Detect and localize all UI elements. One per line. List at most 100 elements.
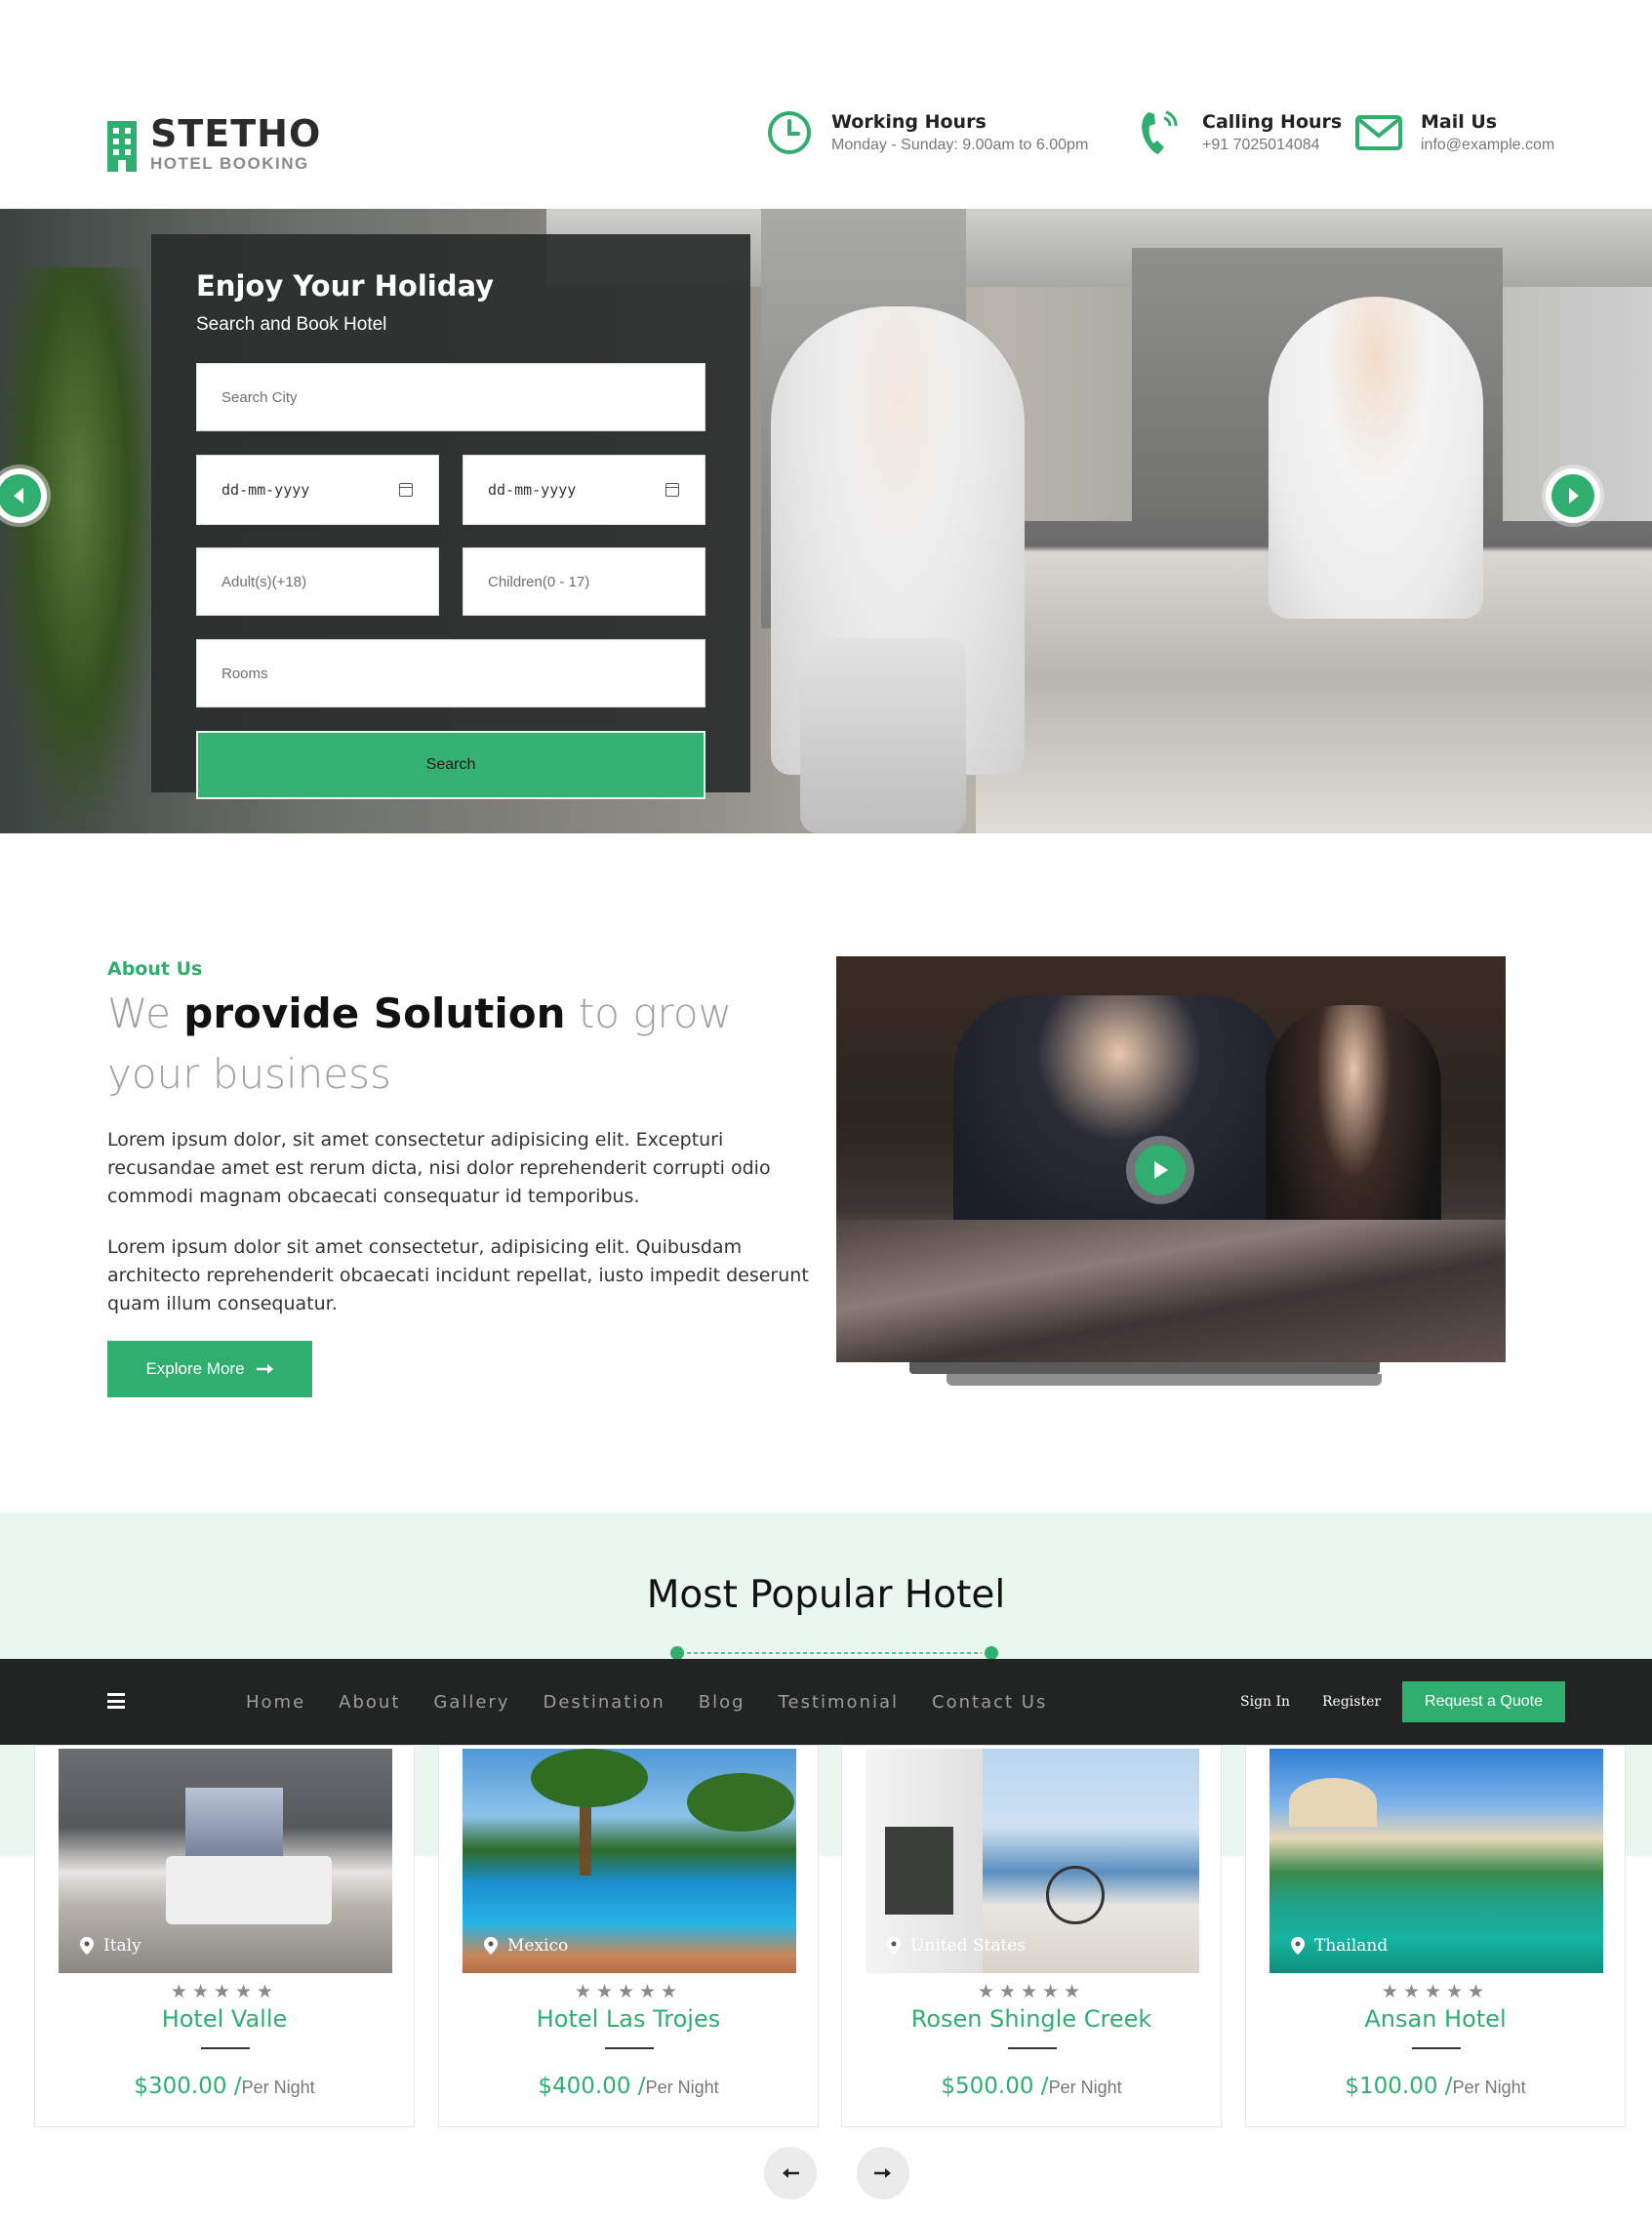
calendar-icon[interactable]	[399, 483, 413, 497]
hotel-name[interactable]: Hotel Las Trojes	[439, 2005, 818, 2033]
nav-contact-us[interactable]: Contact Us	[932, 1692, 1047, 1713]
about-heading-bold: provide Solution	[183, 989, 566, 1037]
explore-more-button[interactable]: Explore More	[107, 1341, 312, 1397]
price-amount: $100.00	[1345, 2074, 1438, 2099]
checkout-date-input[interactable]: dd-mm-yyyy	[463, 455, 705, 525]
chevron-left-icon	[14, 488, 23, 504]
rooms-input[interactable]: Rooms	[196, 639, 705, 707]
hotel-card[interactable]: Italy ★★★★★ Hotel Valle $300.00 /Per Nig…	[34, 1745, 415, 2127]
brand-logo[interactable]: STETHO HOTEL BOOKING	[107, 115, 321, 174]
brand-tagline: HOTEL BOOKING	[150, 154, 309, 173]
explore-more-label: Explore More	[145, 1359, 245, 1378]
nav-links: Home About Gallery Destination Blog Test…	[246, 1659, 1080, 1745]
clock-icon	[765, 107, 814, 158]
about-video[interactable]	[836, 956, 1506, 1362]
map-pin-icon	[1291, 1937, 1305, 1955]
checkin-date-input[interactable]: dd-mm-yyyy	[196, 455, 439, 525]
hotel-card[interactable]: Mexico ★★★★★ Hotel Las Trojes $400.00 /P…	[438, 1745, 819, 2127]
popular-title: Most Popular Hotel	[646, 1573, 1006, 1617]
hotel-image[interactable]: Mexico	[463, 1749, 796, 1973]
search-button[interactable]: Search	[196, 731, 705, 799]
hotel-location: Mexico	[484, 1936, 568, 1956]
working-hours: Working Hours Monday - Sunday: 9.00am to…	[765, 107, 1088, 158]
price-unit: Per Night	[645, 2078, 719, 2097]
carousel-prev-button[interactable]	[764, 2147, 817, 2200]
price-unit: Per Night	[1048, 2078, 1122, 2097]
hotel-name[interactable]: Rosen Shingle Creek	[842, 2005, 1221, 2033]
top-header: STETHO HOTEL BOOKING Working Hours Monda…	[0, 0, 1652, 209]
calling-hours: Calling Hours +91 7025014084	[1136, 107, 1342, 158]
hotel-image[interactable]: Italy	[59, 1749, 392, 1973]
hotel-location-label: Italy	[103, 1936, 141, 1956]
sign-in-link[interactable]: Sign In	[1240, 1659, 1290, 1745]
working-hours-title: Working Hours	[831, 111, 987, 133]
map-pin-icon	[887, 1937, 901, 1955]
booking-form: Enjoy Your Holiday Search and Book Hotel…	[151, 234, 750, 799]
video-photo-counter	[836, 1220, 1506, 1362]
request-quote-button[interactable]: Request a Quote	[1402, 1681, 1565, 1722]
hotel-card[interactable]: Thailand ★★★★★ Ansan Hotel $100.00 /Per …	[1245, 1745, 1626, 2127]
divider	[201, 2047, 250, 2049]
about-paragraph-2: Lorem ipsum dolor sit amet consectetur, …	[107, 1236, 809, 1314]
about-paragraph-1: Lorem ipsum dolor, sit amet consectetur …	[107, 1129, 771, 1207]
rating-stars: ★★★★★	[977, 1982, 1086, 2002]
hero-slider: Enjoy Your Holiday Search and Book Hotel…	[0, 209, 1652, 833]
calling-hours-value[interactable]: +91 7025014084	[1202, 137, 1342, 154]
brand-name: STETHO	[150, 112, 322, 155]
nav-gallery[interactable]: Gallery	[433, 1692, 509, 1713]
hotel-name[interactable]: Ansan Hotel	[1246, 2005, 1625, 2033]
hotel-image[interactable]: Thailand	[1269, 1749, 1603, 1973]
nav-about[interactable]: About	[339, 1692, 400, 1713]
about-heading: We provide Solution to grow your busines…	[107, 984, 810, 1105]
hotel-price: $500.00 /Per Night	[941, 2074, 1122, 2099]
about-heading-pre: We	[107, 989, 184, 1037]
carousel-next-button[interactable]	[857, 2147, 909, 2200]
hotel-location-label: Thailand	[1314, 1936, 1389, 1956]
checkout-date-value: dd-mm-yyyy	[488, 481, 577, 499]
mail-us-title: Mail Us	[1421, 111, 1498, 133]
divider	[605, 2047, 654, 2049]
price-amount: $400.00	[538, 2074, 631, 2099]
working-hours-value: Monday - Sunday: 9.00am to 6.00pm	[831, 137, 1089, 153]
calling-hours-title: Calling Hours	[1202, 111, 1343, 133]
calendar-icon[interactable]	[665, 483, 679, 497]
arrow-right-icon	[256, 1364, 273, 1374]
price-unit: Per Night	[1452, 2078, 1526, 2097]
slider-next-button[interactable]	[1546, 468, 1600, 523]
video-shadow	[909, 1362, 1380, 1374]
rating-stars: ★★★★★	[170, 1982, 279, 2002]
nav-blog[interactable]: Blog	[699, 1692, 745, 1713]
main-navbar: Home About Gallery Destination Blog Test…	[0, 1659, 1652, 1745]
hotel-location: Italy	[80, 1936, 141, 1956]
hotel-price: $100.00 /Per Night	[1345, 2074, 1526, 2099]
hotel-location-label: United States	[910, 1936, 1027, 1956]
price-amount: $300.00	[134, 2074, 227, 2099]
menu-icon[interactable]	[107, 1693, 125, 1709]
children-input[interactable]: Children(0 - 17)	[463, 547, 705, 616]
adults-input[interactable]: Adult(s)(+18)	[196, 547, 439, 616]
hotel-location: Thailand	[1291, 1936, 1388, 1956]
nav-home[interactable]: Home	[246, 1692, 305, 1713]
building-icon	[107, 117, 137, 172]
register-link[interactable]: Register	[1322, 1659, 1381, 1745]
booking-title: Enjoy Your Holiday	[196, 269, 495, 303]
hotel-location-label: Mexico	[507, 1936, 569, 1956]
hotel-location: United States	[887, 1936, 1026, 1956]
hotel-name[interactable]: Hotel Valle	[35, 2005, 414, 2033]
hotel-card[interactable]: United States ★★★★★ Rosen Shingle Creek …	[841, 1745, 1222, 2127]
search-city-input[interactable]: Search City	[196, 363, 705, 431]
video-shadow	[947, 1374, 1382, 1386]
play-button[interactable]	[1126, 1136, 1194, 1204]
chevron-right-icon	[1569, 488, 1579, 504]
mail-us-value[interactable]: info@example.com	[1421, 137, 1554, 154]
price-unit: Per Night	[241, 2078, 315, 2097]
nav-testimonial[interactable]: Testimonial	[779, 1692, 899, 1713]
booking-subtitle: Search and Book Hotel	[196, 314, 387, 335]
hotel-price: $400.00 /Per Night	[538, 2074, 719, 2099]
nav-destination[interactable]: Destination	[543, 1692, 665, 1713]
hotel-price: $300.00 /Per Night	[134, 2074, 315, 2099]
arrow-left-icon	[783, 2168, 799, 2178]
hotel-image[interactable]: United States	[866, 1749, 1199, 1973]
map-pin-icon	[80, 1937, 94, 1955]
play-icon	[1154, 1161, 1168, 1179]
